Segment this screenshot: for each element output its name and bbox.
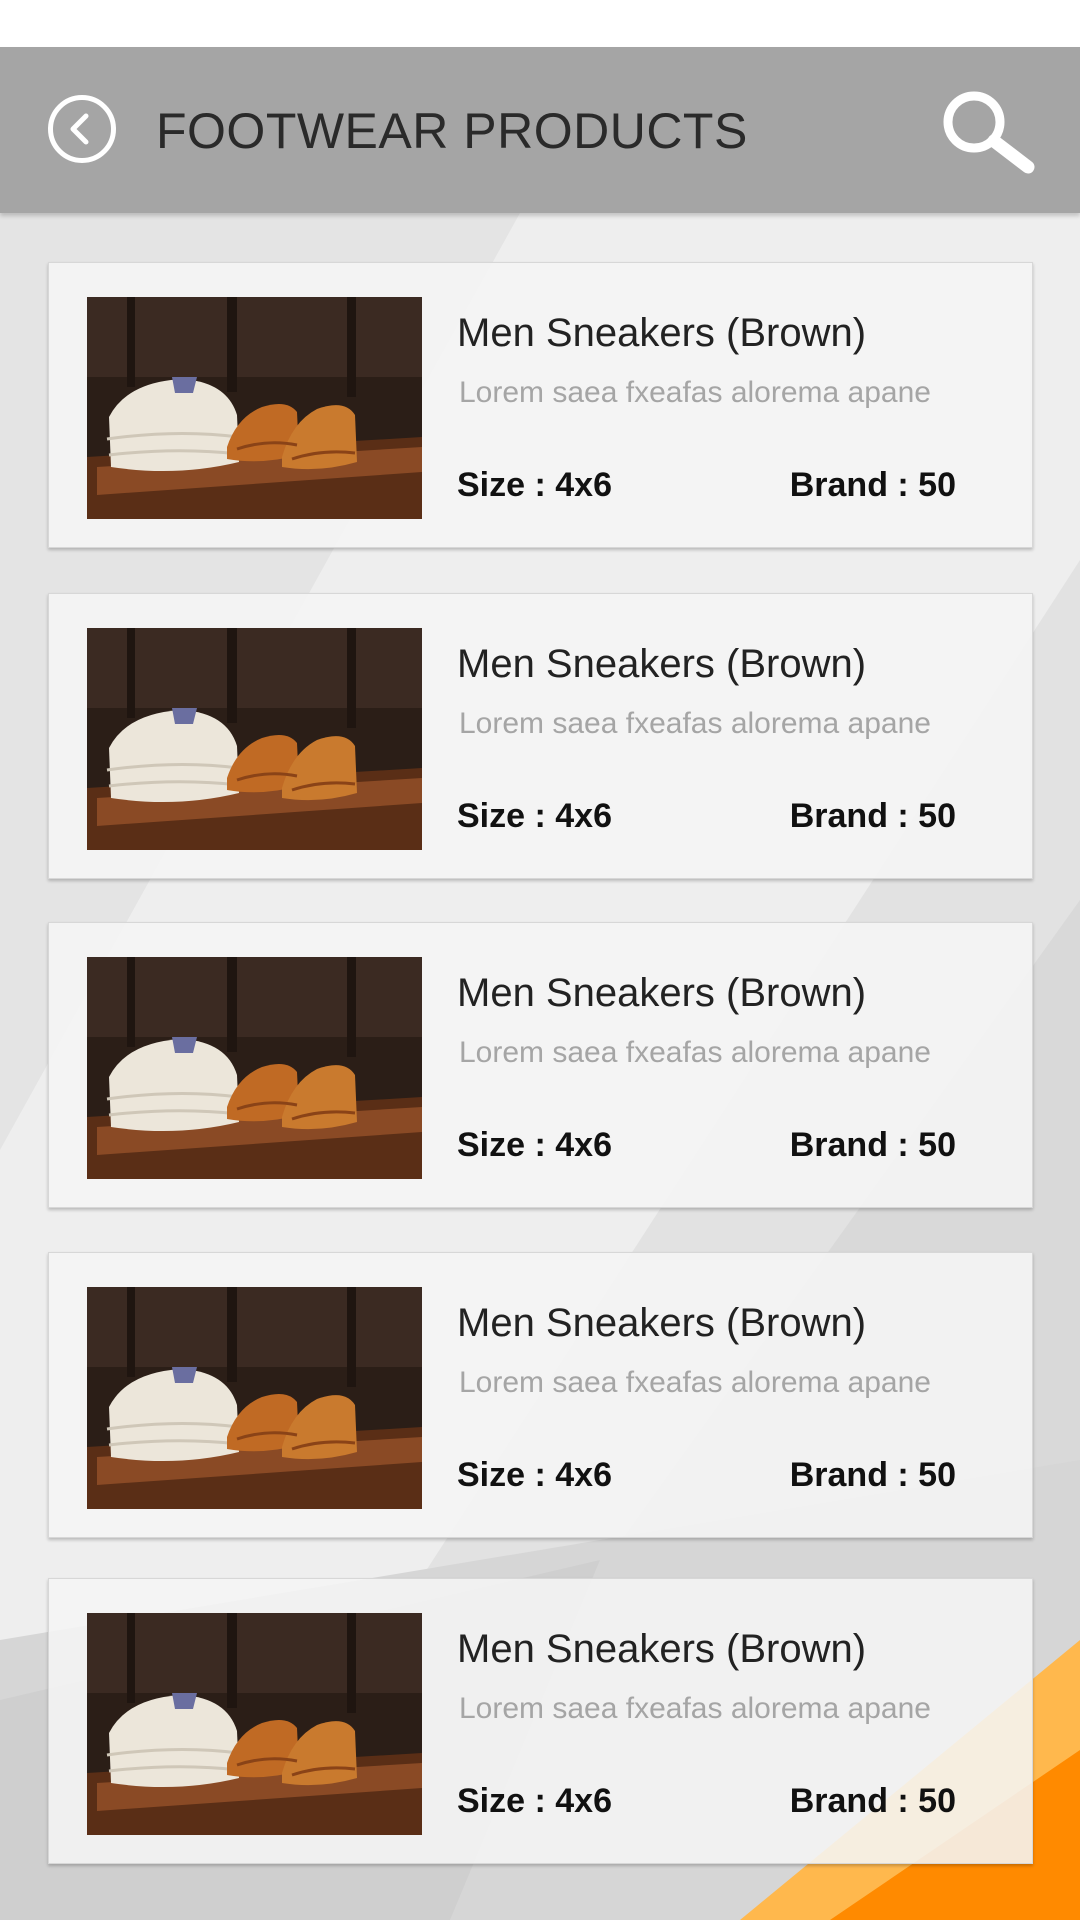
product-image [87, 297, 422, 519]
product-description: Lorem saea fxeafas alorema apane [459, 376, 931, 409]
status-bar [0, 0, 1080, 47]
product-size: Size : 4x6 [457, 1456, 612, 1494]
product-image [87, 957, 422, 1179]
product-size: Size : 4x6 [457, 466, 612, 504]
product-brand: Brand : 50 [789, 797, 956, 835]
product-size: Size : 4x6 [457, 1782, 612, 1820]
product-card[interactable]: Men Sneakers (Brown) Lorem saea fxeafas … [48, 922, 1033, 1208]
product-description: Lorem saea fxeafas alorema apane [459, 1036, 931, 1069]
product-brand: Brand : 50 [789, 1782, 956, 1820]
product-image [87, 1613, 422, 1835]
product-image [87, 1287, 422, 1509]
product-title: Men Sneakers (Brown) [457, 311, 867, 355]
product-brand: Brand : 50 [789, 1126, 956, 1164]
product-description: Lorem saea fxeafas alorema apane [459, 1692, 931, 1725]
search-icon[interactable] [936, 87, 1036, 177]
product-size: Size : 4x6 [457, 797, 612, 835]
product-title: Men Sneakers (Brown) [457, 642, 867, 686]
product-title: Men Sneakers (Brown) [457, 1301, 867, 1345]
back-arrow-circle-icon[interactable] [48, 95, 116, 163]
page-title: FOOTWEAR PRODUCTS [156, 103, 748, 159]
product-title: Men Sneakers (Brown) [457, 1627, 867, 1671]
product-card[interactable]: Men Sneakers (Brown) Lorem saea fxeafas … [48, 262, 1033, 548]
product-card[interactable]: Men Sneakers (Brown) Lorem saea fxeafas … [48, 1578, 1033, 1864]
product-title: Men Sneakers (Brown) [457, 971, 867, 1015]
product-card[interactable]: Men Sneakers (Brown) Lorem saea fxeafas … [48, 593, 1033, 879]
product-description: Lorem saea fxeafas alorema apane [459, 707, 931, 740]
product-image [87, 628, 422, 850]
product-brand: Brand : 50 [789, 466, 956, 504]
product-card[interactable]: Men Sneakers (Brown) Lorem saea fxeafas … [48, 1252, 1033, 1538]
app-header: FOOTWEAR PRODUCTS [0, 47, 1080, 213]
product-brand: Brand : 50 [789, 1456, 956, 1494]
product-description: Lorem saea fxeafas alorema apane [459, 1366, 931, 1399]
product-size: Size : 4x6 [457, 1126, 612, 1164]
